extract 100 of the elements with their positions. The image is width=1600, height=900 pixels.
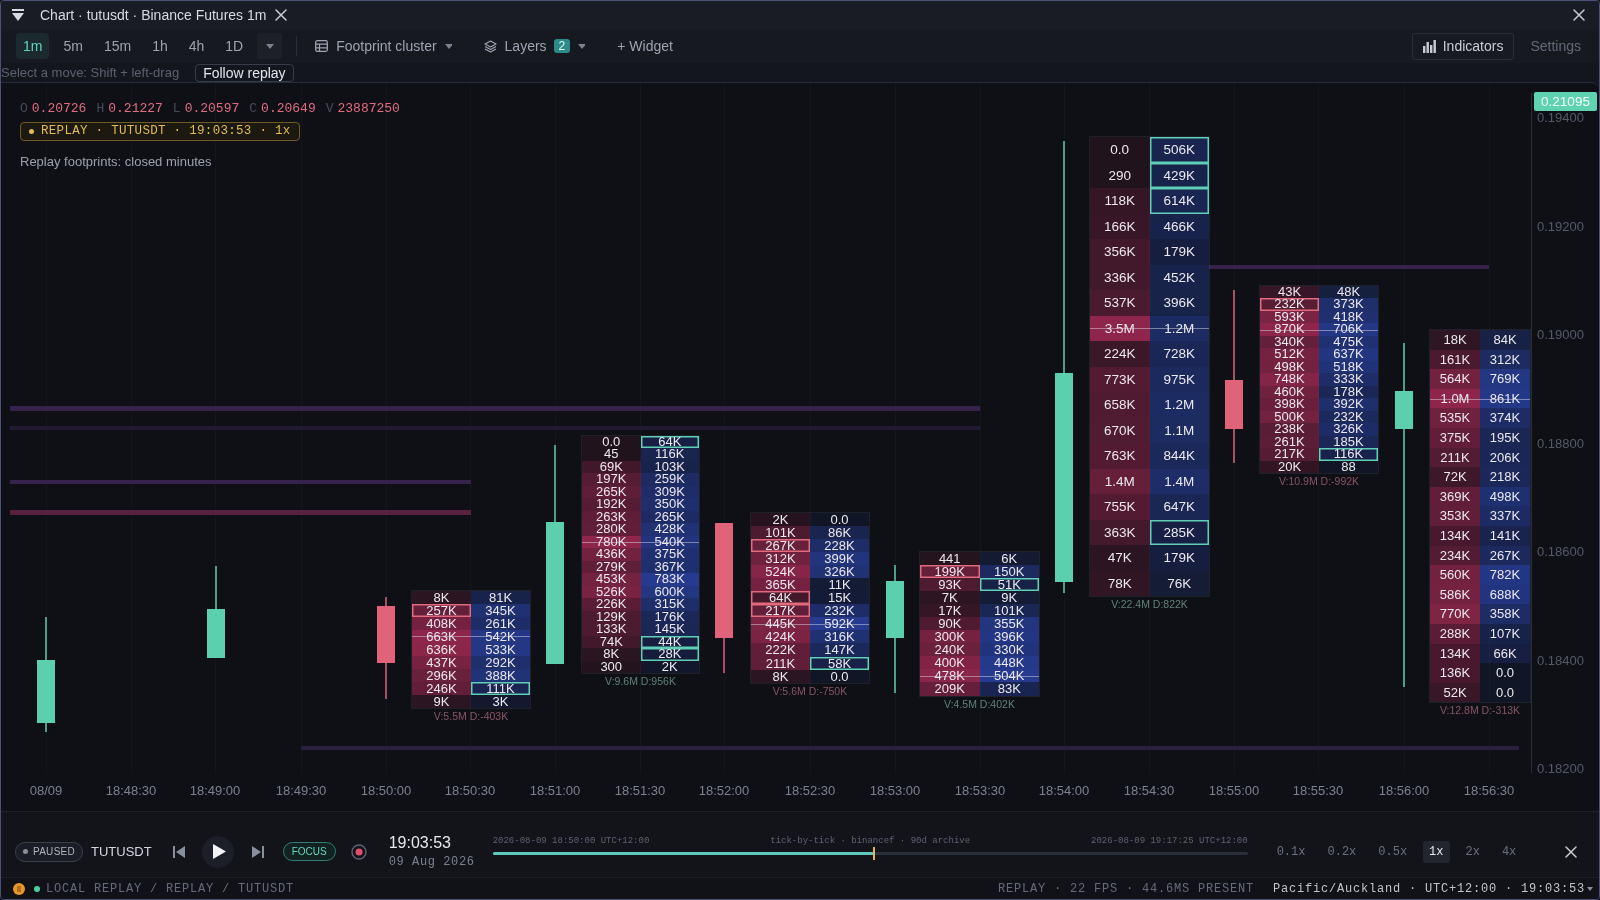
timeframe-tab[interactable]: 5m [56,33,90,59]
symbol-label: TUTUSDT [91,842,152,861]
ohlc-value: 0.21227 [108,101,163,117]
ask-volume-cell: 0.0 [1480,663,1530,683]
status-dot-icon [29,129,34,134]
ohlc-label: V [325,101,334,117]
ask-volume-cell: 81K [471,590,530,604]
close-icon[interactable] [1565,845,1577,858]
speed-option[interactable]: 0.2x [1321,840,1363,863]
timeframe-tab[interactable]: 15m [96,33,139,59]
add-widget-button[interactable]: + Widget [611,33,679,59]
ask-volume-cell: 975K [1149,366,1209,392]
triangle-menu-icon[interactable] [11,8,25,22]
focus-button[interactable]: FOCUS [282,842,336,861]
bid-volume-cell: 232K [1260,298,1319,311]
ask-volume-cell: 150K [979,564,1039,578]
ask-volume-cell: 542K [471,629,530,643]
bid-volume-cell: 375K [1430,427,1480,448]
speed-option[interactable]: 4x [1495,840,1523,863]
bid-volume-cell: 340K [1260,335,1319,349]
layers-dropdown[interactable]: Layers 2 [477,33,592,59]
timeline-handle[interactable] [872,847,875,860]
time-axis-label: 18:53:00 [868,782,922,800]
bid-volume-cell: 118K [1090,188,1150,214]
bid-volume-cell: 773K [1090,366,1150,392]
speed-option[interactable]: 1x [1423,840,1450,863]
bid-volume-cell: 74K [582,635,641,649]
timeframe-tab[interactable]: 1m [16,33,50,59]
ask-volume-cell: 782K [1480,565,1530,585]
ask-volume-cell: 179K [1149,545,1209,571]
volume-delta-label: V:10.9M D:-992K [1277,475,1361,488]
bid-volume-cell: 20K [1260,460,1319,474]
price-axis-label: 0.18400 [1537,652,1584,669]
price-axis-label: 0.19000 [1537,327,1584,343]
ask-volume-cell: 88 [1319,460,1378,474]
bid-volume-cell: 369K [1430,486,1480,507]
timeline-track[interactable] [492,847,1248,860]
chart-type-dropdown[interactable]: Footprint cluster [309,33,458,59]
ask-volume-cell: 333K [1319,373,1378,386]
ask-volume-cell: 141K [1480,525,1530,546]
time-axis-label: 18:54:00 [1037,782,1091,800]
ask-volume-cell: 206K [1480,447,1530,468]
volume-delta-label: V:22.4M D:822K [1110,598,1189,610]
ask-volume-cell: 28K [640,648,699,661]
close-icon[interactable] [275,9,288,21]
ask-volume-cell: 9K [979,590,1039,604]
ask-volume-cell: 292K [471,655,530,670]
timeframe-tab[interactable]: 4h [181,33,212,59]
ask-volume-cell: 373K [1319,298,1378,311]
last-price-tag: 0.21095 [1534,92,1597,111]
bid-volume-cell: 7K [920,590,980,604]
ask-volume-cell: 285K [1149,519,1209,545]
record-icon[interactable] [350,843,367,860]
ask-volume-cell: 418K [1319,310,1378,324]
timeframe-dropdown[interactable] [257,33,283,59]
speed-option[interactable]: 2x [1459,840,1486,863]
ask-volume-cell: 312K [1480,349,1530,370]
bid-volume-cell: 593K [1260,310,1319,324]
bid-volume-cell: 226K [582,598,641,611]
ask-volume-cell: 396K [979,630,1039,644]
bid-volume-cell: 69K [582,460,641,474]
ask-volume-cell: 475K [1319,335,1378,349]
skip-back-icon[interactable] [172,845,185,858]
follow-replay-button[interactable]: Follow replay [195,63,294,82]
bid-volume-cell: 453K [582,573,641,586]
ask-volume-cell: 358K [1480,604,1530,624]
ask-volume-cell: 0.0 [810,512,869,526]
timezone-clock[interactable]: Pacific/Auckland · UTC+12:00 · 19:03:53 [1272,879,1585,898]
ohlc-value: 0.20597 [184,101,240,117]
volume-delta-label: V:9.6M D:956K [604,675,677,688]
ask-volume-cell: 540K [640,535,699,549]
close-icon[interactable] [1573,9,1585,21]
speed-option[interactable]: 0.5x [1372,840,1414,863]
caret-icon [444,43,452,49]
status-dot-icon [34,885,40,892]
caret-icon [1587,886,1593,891]
volume-delta-label: V:5.5M D:-403K [432,710,510,723]
skip-forward-icon[interactable] [251,845,264,858]
bid-volume-cell: 279K [582,560,641,574]
ask-volume-cell: 2K [640,660,699,674]
play-button[interactable] [201,835,234,868]
bid-volume-cell: 564K [1430,369,1480,389]
bid-volume-cell: 64K [751,591,810,605]
ask-volume-cell: 232K [1319,410,1378,424]
timeframe-tab[interactable]: 1D [218,33,251,59]
bid-volume-cell: 300K [920,630,980,644]
ask-volume-cell: 706K [1319,323,1378,336]
bid-volume-cell: 437K [412,655,471,670]
speed-option[interactable]: 0.1x [1270,840,1312,863]
bid-volume-cell: 47K [1090,545,1150,571]
count-badge: 2 [553,39,571,53]
ask-volume-cell: 392K [1319,398,1378,411]
bid-volume-cell: 658K [1090,392,1150,418]
ask-volume-cell: 116K [1319,448,1378,461]
indicators-button[interactable]: Indicators [1411,32,1515,60]
bid-volume-cell: 770K [1430,604,1480,624]
timeframe-tab[interactable]: 1h [145,33,175,59]
ask-volume-cell: 15K [810,591,869,605]
replay-note: Replay footprints: closed minutes [20,154,213,170]
bid-volume-cell: 1.4M [1090,468,1150,494]
